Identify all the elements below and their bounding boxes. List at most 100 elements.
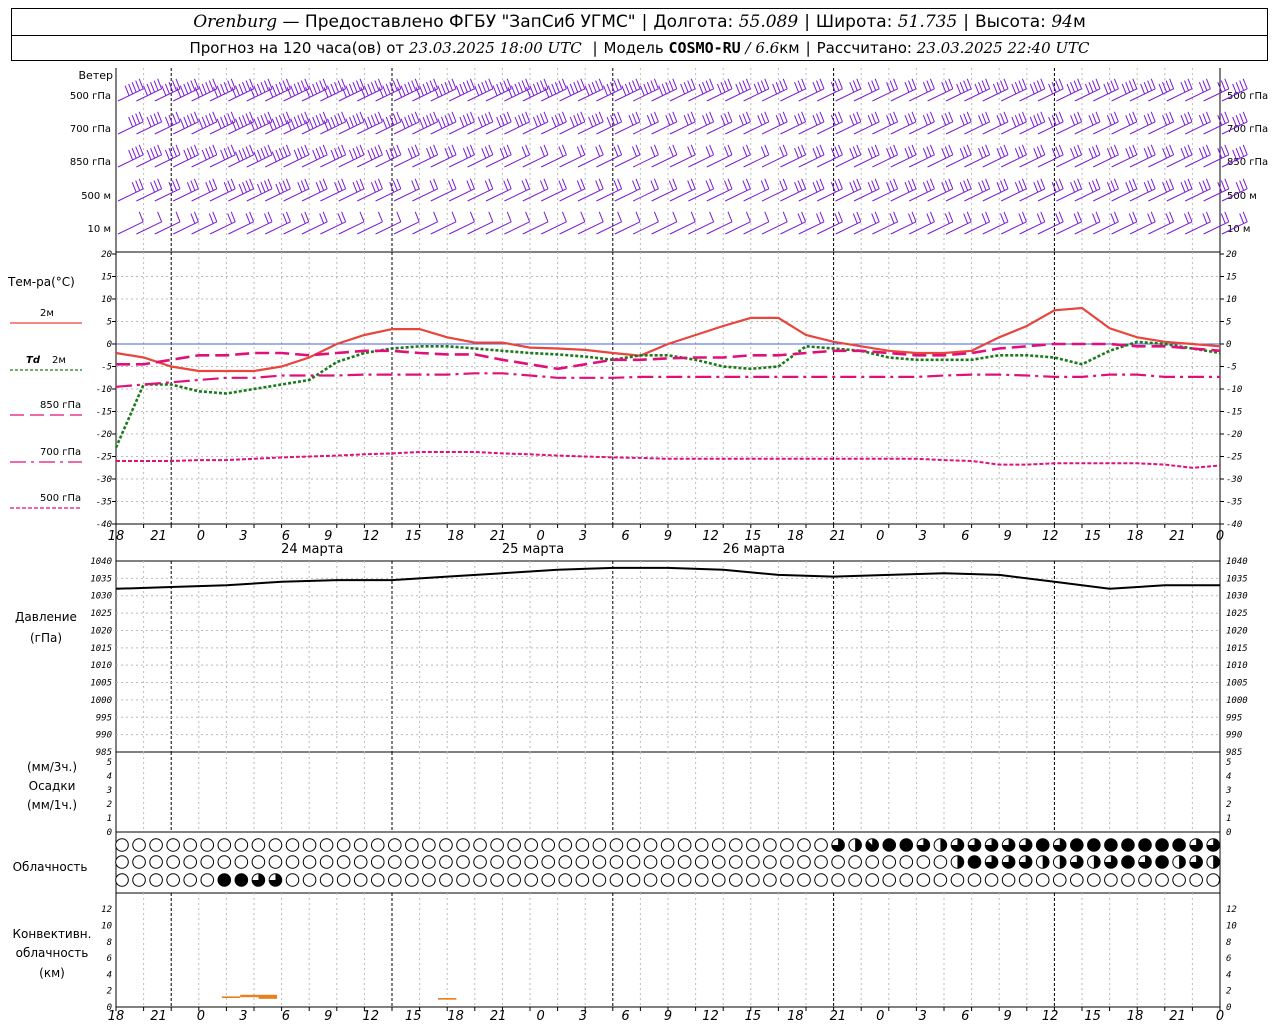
barb-feather xyxy=(1132,78,1138,90)
barb-feather xyxy=(466,113,472,124)
barb-feather xyxy=(819,111,825,123)
barb-feather xyxy=(422,83,428,95)
barb-feather xyxy=(275,149,281,161)
cloud-symbol xyxy=(933,838,948,852)
cloud-symbol xyxy=(251,838,266,852)
barb-feather xyxy=(1184,80,1189,91)
barb-feather xyxy=(315,182,321,193)
barb-feather xyxy=(157,78,163,90)
barb-feather xyxy=(1180,148,1186,159)
temp-tick-label-right: 15 xyxy=(1226,273,1237,283)
barb-feather xyxy=(1033,148,1039,159)
barb-feather xyxy=(496,116,502,128)
pressure-tick-label-right: 1005 xyxy=(1226,679,1248,689)
barb-feather xyxy=(687,146,693,157)
barb-feather xyxy=(532,116,538,128)
barb-feather xyxy=(738,82,744,93)
cloud-symbol xyxy=(1001,855,1016,869)
cloud-circle xyxy=(694,873,709,887)
barb-feather xyxy=(300,180,306,191)
cloud-symbol xyxy=(217,855,232,869)
barb-feather xyxy=(282,146,288,157)
barb-feather xyxy=(1058,78,1064,90)
cloud-symbol xyxy=(132,873,146,887)
barb-feather xyxy=(348,83,354,95)
barb-feather xyxy=(650,146,656,157)
barb-feather xyxy=(268,87,274,98)
hour-tick-label-mid: 0 xyxy=(876,529,884,544)
cloud-symbol xyxy=(422,855,436,869)
barb-feather xyxy=(451,111,457,123)
barb-feather xyxy=(874,111,880,123)
barb-feather xyxy=(492,85,498,96)
cloud-symbol xyxy=(1001,873,1016,887)
cloud-fill xyxy=(235,873,248,887)
barb-feather xyxy=(837,78,843,90)
barb-feather xyxy=(1036,146,1042,157)
barb-feather xyxy=(1128,180,1134,191)
barb-feather xyxy=(1150,178,1156,190)
hour-tick-label-bottom: 0 xyxy=(536,1009,544,1024)
barb-feather xyxy=(208,146,214,157)
barb-feather xyxy=(944,146,950,157)
barb-feather xyxy=(1184,213,1189,224)
barb-feather xyxy=(300,80,306,91)
cloud-circle xyxy=(388,873,402,887)
barb-feather xyxy=(635,211,641,223)
barb-feather xyxy=(1092,80,1097,91)
cloud-symbol xyxy=(1121,838,1135,852)
barb-feather xyxy=(506,178,512,190)
hour-tick-label-mid: 12 xyxy=(362,529,379,544)
barb-feather xyxy=(757,82,763,93)
cloud-circle xyxy=(780,855,794,869)
barb-feather xyxy=(911,211,917,223)
cloud-symbol xyxy=(456,873,470,887)
cloud-symbol xyxy=(251,855,266,869)
barb-feather xyxy=(370,182,376,193)
barb-feather xyxy=(738,115,744,126)
barb-feather xyxy=(1187,111,1193,123)
barb-feather xyxy=(779,146,785,157)
barb-feather xyxy=(153,80,159,91)
cloud-circle xyxy=(336,855,351,869)
barb-feather xyxy=(374,180,380,191)
barb-feather xyxy=(874,211,880,223)
barb-feather xyxy=(260,82,266,93)
cloud-circle xyxy=(251,838,266,852)
cloud-circle xyxy=(626,855,641,869)
barb-feather xyxy=(598,211,604,223)
barb-feather xyxy=(267,144,273,156)
barb-feather xyxy=(235,151,240,162)
barb-feather xyxy=(1242,144,1248,156)
barb-feather xyxy=(985,111,991,123)
cloud-fill xyxy=(1059,855,1067,869)
barb-feather xyxy=(1092,180,1097,191)
cloud-symbol xyxy=(797,855,811,869)
barb-feather xyxy=(231,120,237,131)
barb-feather xyxy=(1205,211,1211,223)
cloud-symbol xyxy=(490,873,504,887)
barb-feather xyxy=(727,144,733,156)
barb-feather xyxy=(1077,111,1083,123)
wind-level-label: 700 гПа xyxy=(70,124,111,135)
barb-feather xyxy=(511,85,516,96)
cloud-circle xyxy=(677,838,692,852)
barb-feather xyxy=(716,83,722,95)
barb-feather xyxy=(852,146,858,157)
cloud-symbol xyxy=(1121,855,1135,869)
cloud-symbol xyxy=(388,873,402,887)
cloud-symbol xyxy=(353,855,368,869)
cloud-symbol xyxy=(950,838,965,852)
cloud-symbol xyxy=(473,855,487,869)
barb-feather xyxy=(1033,182,1039,193)
cloud-circle xyxy=(285,855,300,869)
barb-feather xyxy=(779,180,785,191)
barb-feather xyxy=(1018,80,1024,91)
barb-feather xyxy=(1040,211,1046,223)
barb-feather xyxy=(282,180,288,191)
barb-feather xyxy=(1205,78,1211,90)
barb-feather xyxy=(1003,178,1009,190)
barb-feather xyxy=(503,146,509,157)
cloud-circle xyxy=(831,855,845,869)
barb-feather xyxy=(227,146,233,157)
